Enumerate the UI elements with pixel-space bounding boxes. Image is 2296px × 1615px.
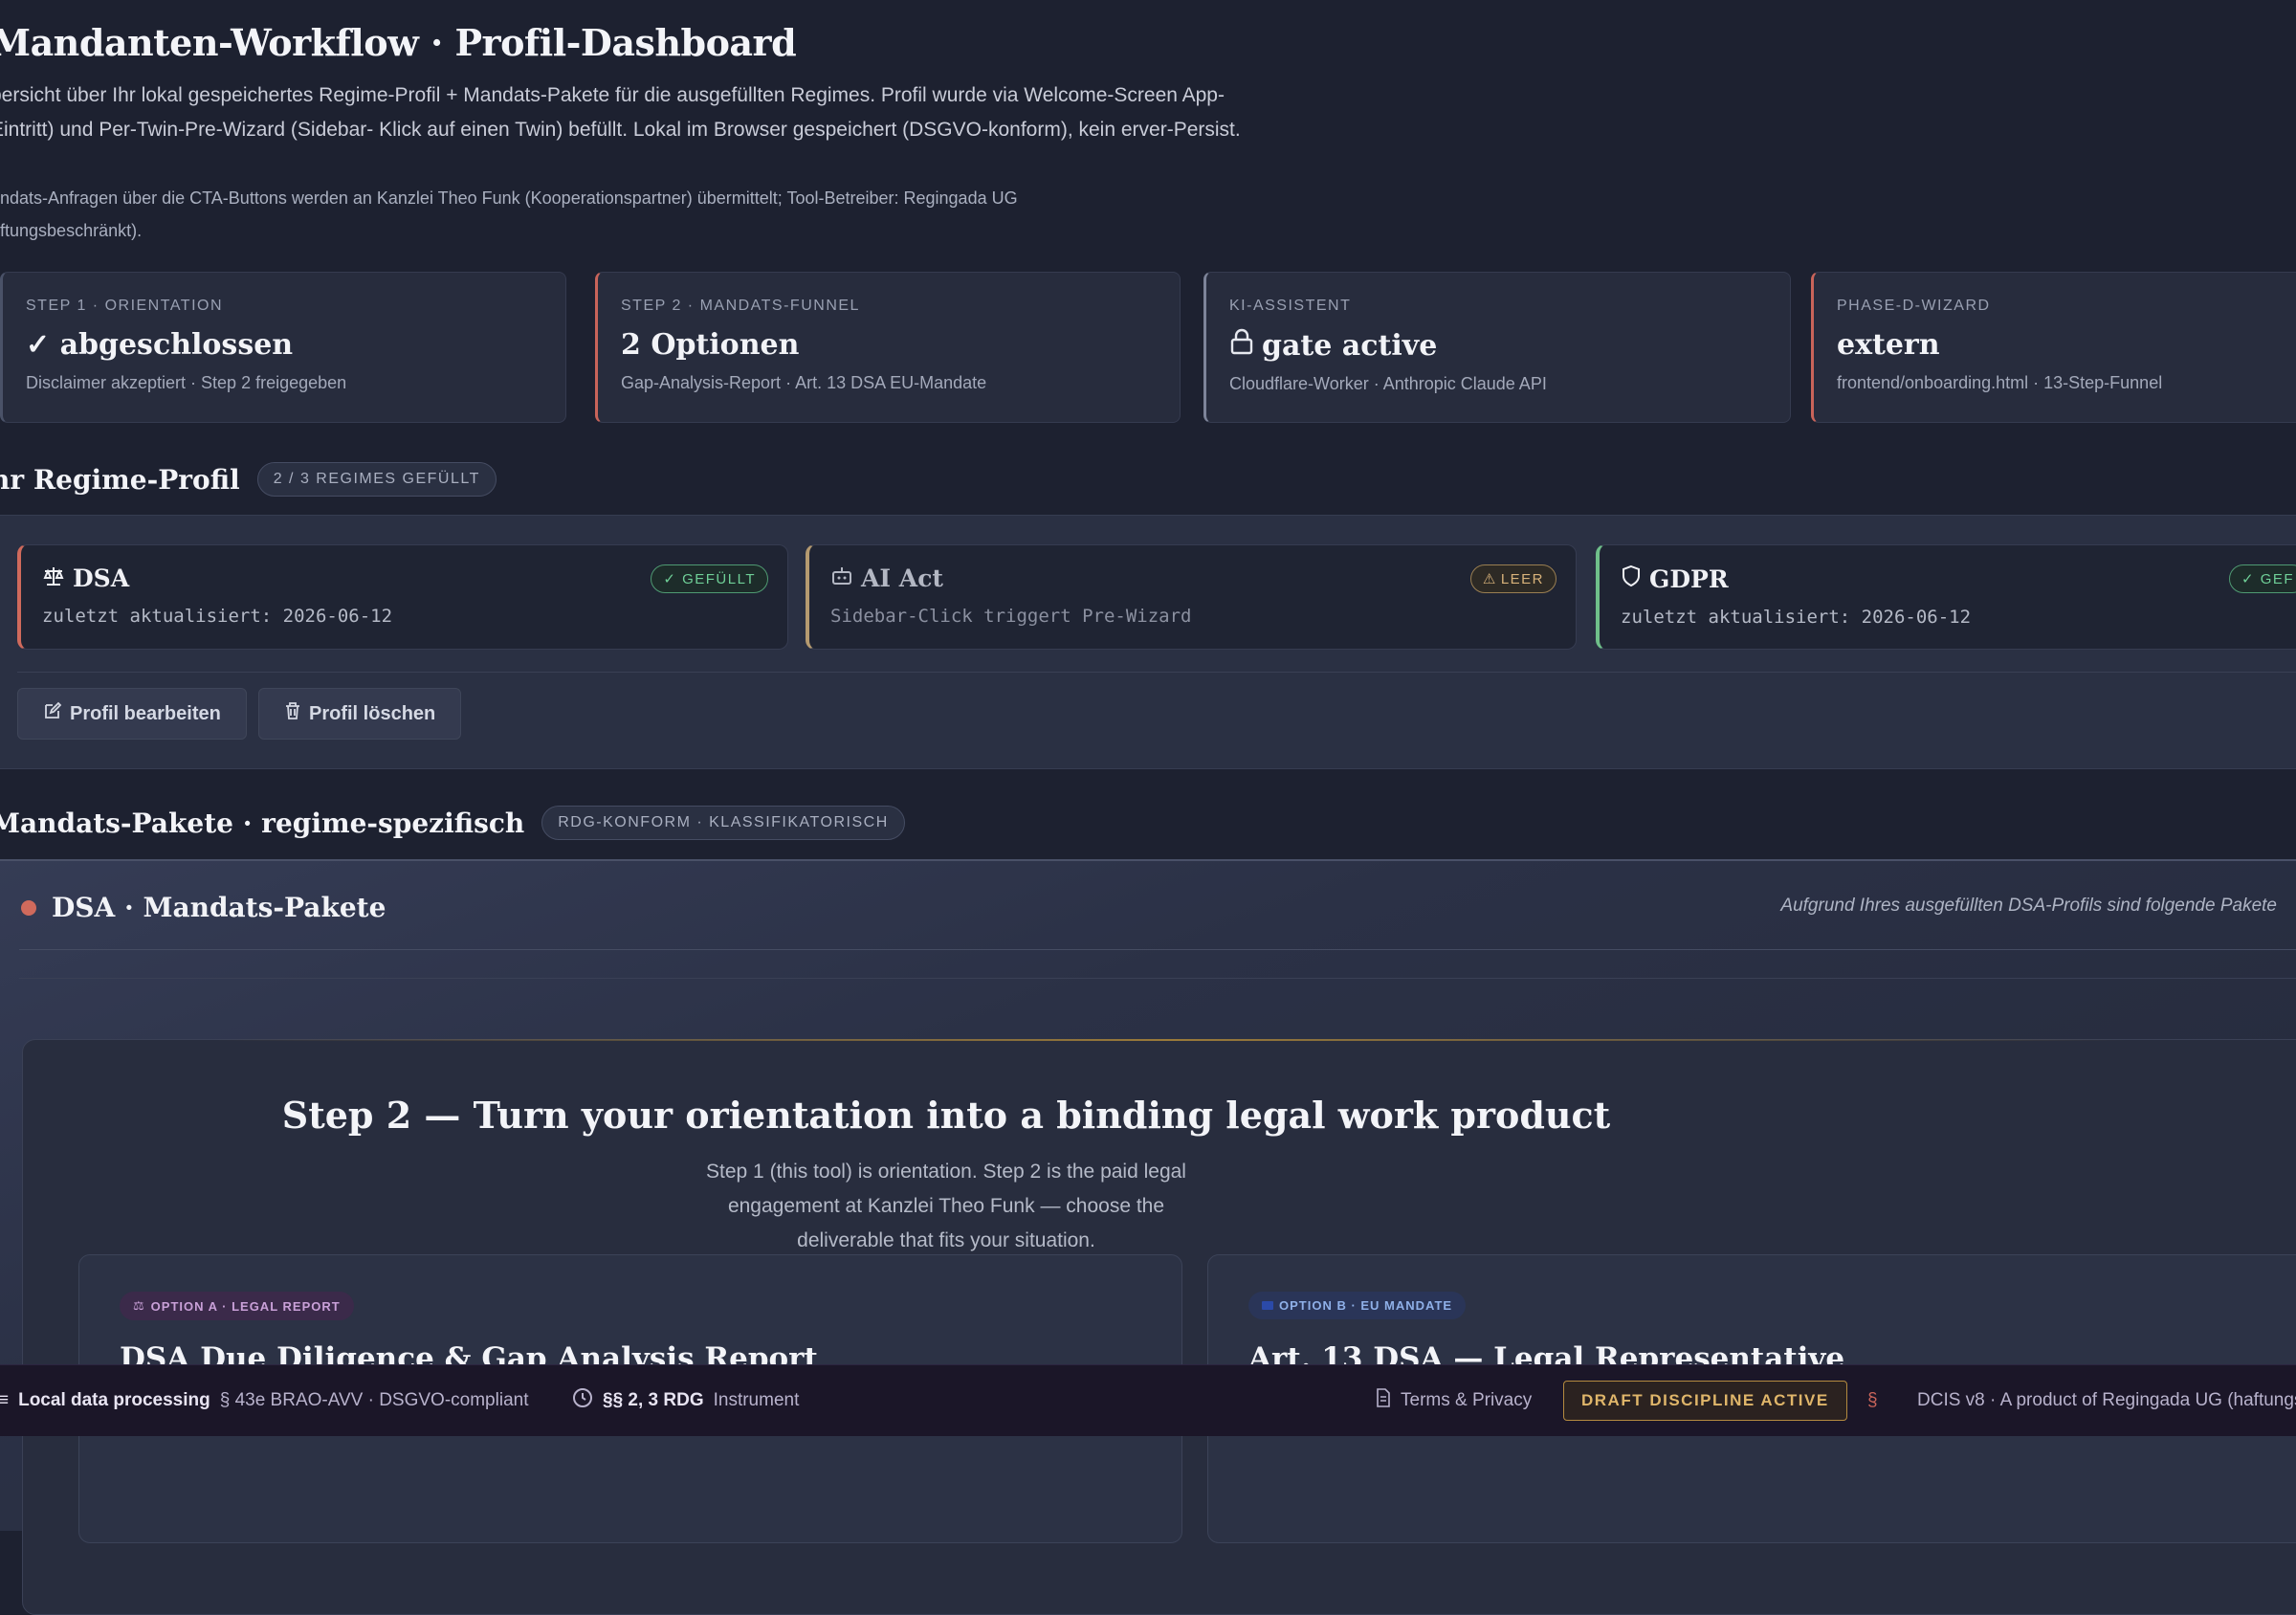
section-title: Mandats-Pakete · regime-spezifisch bbox=[0, 807, 525, 839]
step2-panel: Step 2 — Turn your orientation into a bi… bbox=[22, 1039, 2296, 1615]
regime-card-ai-act[interactable]: AI Act Sidebar-Click triggert Pre-Wizard… bbox=[806, 544, 1577, 650]
list-icon: ≡ bbox=[0, 1390, 10, 1410]
kpi-label: STEP 2 · MANDATS-FUNNEL bbox=[621, 298, 860, 314]
mandate-box-hint: Aufgrund Ihres ausgefüllten DSA-Profils … bbox=[1780, 896, 2277, 916]
status-dot bbox=[21, 899, 36, 916]
rdg-pill: RDG-KONFORM · KLASSIFIKATORISCH bbox=[541, 806, 905, 840]
regime-profile-heading: hr Regime-Profil 2 / 3 REGIMES GEFÜLLT bbox=[0, 462, 497, 497]
kpi-sub: Cloudflare-Worker · Anthropic Claude API bbox=[1229, 374, 1547, 393]
shield-icon bbox=[1621, 564, 1642, 593]
section-title: hr Regime-Profil bbox=[0, 463, 240, 496]
kpi-label: STEP 1 · ORIENTATION bbox=[26, 298, 224, 314]
footer-bar: ≡ Local data processing § 43e BRAO-AVV ·… bbox=[0, 1364, 2296, 1436]
footer-rdg: §§ 2, 3 RDG Instrument bbox=[572, 1387, 799, 1414]
kpi-card-mandats-funnel: STEP 2 · MANDATS-FUNNEL 2 Optionen Gap-A… bbox=[595, 272, 1181, 423]
draft-discipline-badge: DRAFT DISCIPLINE ACTIVE bbox=[1563, 1381, 1847, 1421]
intro-note: andats-Anfragen über die CTA-Buttons wer… bbox=[0, 188, 1018, 240]
terms-privacy-link[interactable]: Terms & Privacy bbox=[1376, 1388, 1532, 1413]
kpi-card-ki-assistent: KI-ASSISTENT gate active Cloudflare-Work… bbox=[1203, 272, 1791, 423]
kpi-sub: Disclaimer akzeptiert · Step 2 freigegeb… bbox=[26, 373, 347, 392]
regime-name: GDPR bbox=[1649, 564, 1729, 593]
regime-name: DSA bbox=[73, 564, 130, 592]
eu-flag-icon bbox=[1262, 1301, 1273, 1310]
document-icon bbox=[1376, 1388, 1391, 1413]
regime-count-pill: 2 / 3 REGIMES GEFÜLLT bbox=[256, 462, 497, 497]
kpi-label: PHASE-D-WIZARD bbox=[1837, 298, 1991, 314]
regime-name: AI Act bbox=[861, 564, 943, 592]
option-tag: OPTION B · EU MANDATE bbox=[1248, 1292, 1467, 1319]
delete-profile-button[interactable]: Profil löschen bbox=[258, 688, 462, 740]
divider bbox=[19, 949, 2296, 950]
option-tag: ⚖ OPTION A · LEGAL REPORT bbox=[120, 1292, 354, 1320]
lock-icon bbox=[1229, 328, 1254, 363]
status-badge: ✓ GEF bbox=[2229, 564, 2296, 593]
regime-updated: zuletzt aktualisiert: 2026-06-12 bbox=[1621, 607, 1972, 628]
kpi-sub: frontend/onboarding.html · 13-Step-Funne… bbox=[1837, 373, 2163, 392]
trash-icon bbox=[284, 701, 301, 726]
scales-icon bbox=[42, 564, 65, 592]
step2-title: Step 2 — Turn your orientation into a bi… bbox=[281, 1094, 1611, 1137]
accent-line bbox=[214, 1039, 2128, 1041]
step2-subtitle: Step 1 (this tool) is orientation. Step … bbox=[706, 1161, 1186, 1251]
regime-updated: Sidebar-Click triggert Pre-Wizard bbox=[830, 606, 1192, 627]
warning-icon: ⚠ bbox=[1482, 571, 1497, 587]
status-badge: ⚠ LEER bbox=[1469, 564, 1556, 593]
mandate-box-title: DSA · Mandats-Pakete bbox=[52, 892, 386, 923]
kpi-value: 2 Optionen bbox=[621, 328, 800, 362]
footer-local-processing: ≡ Local data processing § 43e BRAO-AVV ·… bbox=[0, 1390, 529, 1410]
regime-profile-panel: DSA zuletzt aktualisiert: 2026-06-12 ✓ G… bbox=[0, 515, 2296, 769]
intro-text: bersicht über Ihr lokal gespeichertes Re… bbox=[0, 84, 1241, 141]
kpi-label: KI-ASSISTENT bbox=[1229, 298, 1352, 314]
kpi-card-phase-d-wizard: PHASE-D-WIZARD extern frontend/onboardin… bbox=[1811, 272, 2296, 423]
kpi-value: gate active bbox=[1262, 328, 1438, 363]
divider bbox=[17, 672, 2296, 673]
mandates-heading: Mandats-Pakete · regime-spezifisch RDG-K… bbox=[0, 806, 905, 840]
clock-icon bbox=[572, 1387, 593, 1414]
kpi-card-orientation: STEP 1 · ORIENTATION ✓ abgeschlossen Dis… bbox=[0, 272, 566, 423]
paragraph-mark: § bbox=[1867, 1390, 1878, 1410]
regime-updated: zuletzt aktualisiert: 2026-06-12 bbox=[42, 606, 393, 627]
product-note: DCIS v8 · A product of Regingada UG (haf… bbox=[1917, 1390, 2296, 1410]
scales-icon: ⚖ bbox=[133, 1298, 145, 1313]
kpi-value: ✓ abgeschlossen bbox=[26, 328, 294, 362]
robot-icon bbox=[830, 564, 853, 592]
edit-profile-button[interactable]: Profil bearbeiten bbox=[17, 688, 247, 740]
status-badge: ✓ GEFÜLLT bbox=[651, 564, 768, 593]
kpi-sub: Gap-Analysis-Report · Art. 13 DSA EU-Man… bbox=[621, 373, 987, 392]
regime-card-dsa[interactable]: DSA zuletzt aktualisiert: 2026-06-12 ✓ G… bbox=[17, 544, 788, 650]
page-title: Mandanten-Workflow · Profil-Dashboard bbox=[0, 21, 797, 64]
regime-card-gdpr[interactable]: GDPR zuletzt aktualisiert: 2026-06-12 ✓ … bbox=[1596, 544, 2296, 650]
kpi-value: extern bbox=[1837, 328, 1940, 362]
edit-icon bbox=[43, 701, 62, 726]
divider bbox=[19, 978, 2296, 979]
